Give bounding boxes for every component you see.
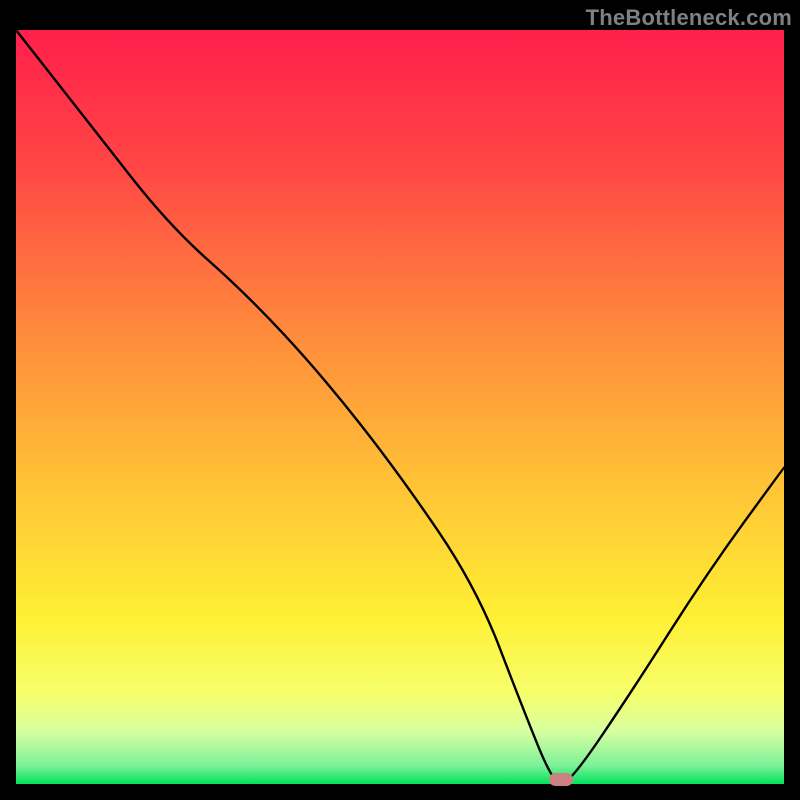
plot-area <box>16 30 784 784</box>
chart-frame: TheBottleneck.com <box>0 0 800 800</box>
watermark-text: TheBottleneck.com <box>586 5 792 31</box>
optimal-marker <box>549 773 573 786</box>
chart-svg <box>16 30 784 784</box>
gradient-background <box>16 30 784 784</box>
